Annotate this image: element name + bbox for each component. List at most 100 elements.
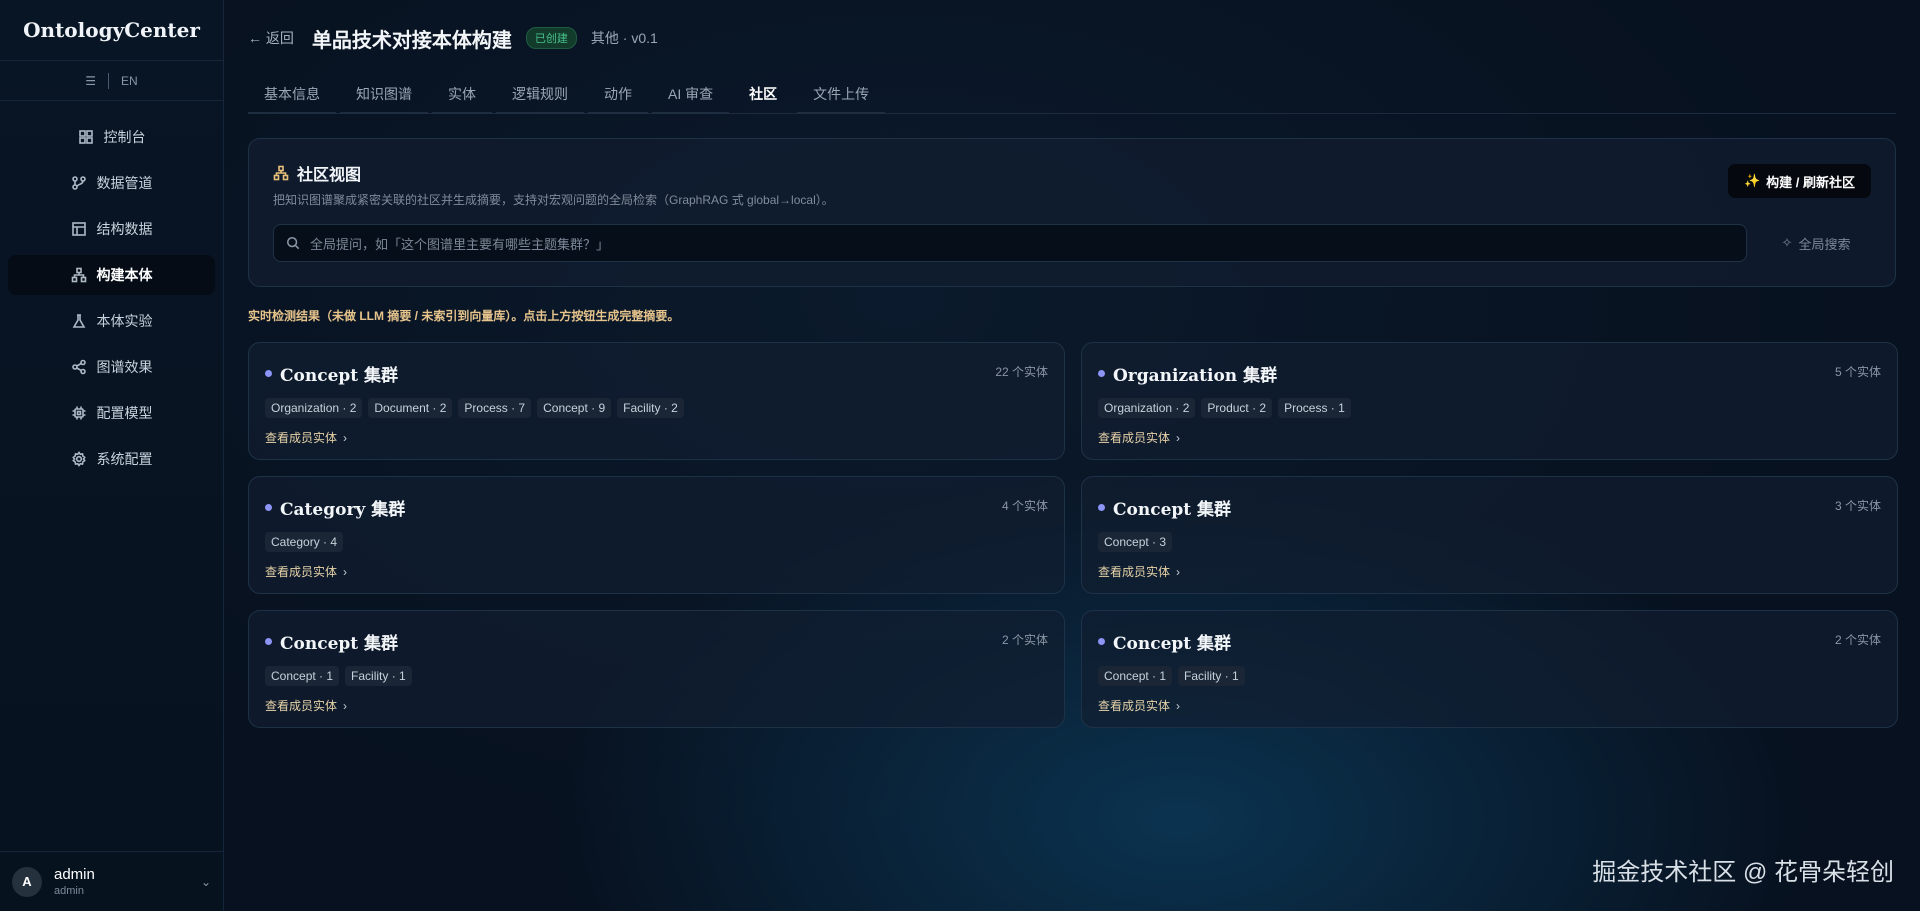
user-role: admin: [54, 885, 84, 897]
sidebar-item-label: 本体实验: [96, 313, 153, 329]
card-header: Concept 集群: [265, 629, 1048, 654]
pipeline-icon: [71, 176, 86, 190]
entity-count: 2 个实体: [1001, 633, 1048, 647]
tab-knowledge-graph[interactable]: 知识图谱: [340, 76, 428, 114]
language-toggle[interactable]: EN: [121, 74, 138, 88]
type-tag: Document · 2: [368, 398, 453, 418]
search-icon: [286, 236, 300, 250]
tab-community[interactable]: 社区: [733, 76, 793, 114]
sidebar-item-pipeline[interactable]: 数据管道: [8, 163, 215, 203]
tab-file-upload[interactable]: 文件上传: [797, 76, 886, 114]
cluster-tags: Category · 4: [265, 532, 1048, 552]
type-tag: Concept · 1: [265, 666, 340, 686]
chevron-right-icon: ›: [1176, 698, 1181, 713]
cluster-card: Concept 集群 3 个实体 Concept · 3 查看成员实体 ›: [1081, 476, 1898, 594]
panel-title: 社区视图: [273, 161, 1871, 185]
global-search-input[interactable]: 全局提问，如「这个图谱里主要有哪些主题集群？」: [273, 224, 1747, 262]
version-meta: 其他 · v0.1: [590, 30, 658, 46]
cluster-card: Concept 集群 2 个实体 Concept · 1 Facility · …: [248, 610, 1065, 728]
menu-icon[interactable]: ☰: [85, 74, 96, 88]
card-header: Category 集群: [265, 495, 1048, 520]
sparkle-icon: ✧: [1781, 235, 1793, 250]
user-name: admin: [54, 866, 95, 883]
back-link[interactable]: ← 返回: [248, 28, 294, 48]
user-menu[interactable]: A admin admin ⌄: [0, 851, 223, 911]
app-logo[interactable]: OntologyCenter: [0, 0, 223, 61]
type-tag: Facility · 1: [1178, 666, 1245, 686]
sidebar: OntologyCenter ☰ EN 控制台 数据管道 结构数据 构建本体 本…: [0, 0, 224, 911]
gear-icon: [71, 451, 86, 467]
build-button-label: 构建 / 刷新社区: [1766, 174, 1855, 190]
type-tag: Concept · 9: [537, 398, 612, 418]
divider: [108, 72, 110, 89]
global-search-row: 全局提问，如「这个图谱里主要有哪些主题集群？」 ✧ 全局搜索: [273, 224, 1871, 262]
sparkle-icon: ✨: [1743, 173, 1761, 188]
tab-ai-review[interactable]: AI 审查: [652, 76, 730, 114]
cluster-tags: Organization · 2 Document · 2 Process · …: [265, 398, 1048, 418]
cluster-grid: Concept 集群 22 个实体 Organization · 2 Docum…: [248, 342, 1898, 728]
cluster-card: Concept 集群 2 个实体 Concept · 1 Facility · …: [1081, 610, 1898, 728]
view-members-link[interactable]: 查看成员实体 ›: [265, 563, 1048, 580]
cluster-card: Concept 集群 22 个实体 Organization · 2 Docum…: [248, 342, 1065, 460]
page-header: ← 返回 单品技术对接本体构建 已创建 其他 · v0.1: [248, 0, 1896, 76]
entity-count: 5 个实体: [1834, 365, 1881, 379]
watermark: 掘金技术社区 @ 花骨朵轻创: [1592, 859, 1894, 886]
type-tag: Process · 1: [1278, 398, 1351, 418]
tab-basic-info[interactable]: 基本信息: [248, 76, 336, 114]
cluster-tags: Concept · 3: [1098, 532, 1881, 552]
sidebar-item-build-ontology[interactable]: 构建本体: [8, 255, 215, 295]
detection-notice: 实时检测结果（未做 LLM 摘要 / 未索引到向量库）。点击上方按钮生成完整摘要…: [248, 309, 680, 323]
sidebar-item-ontology-experiment[interactable]: 本体实验: [8, 301, 215, 341]
community-icon: [273, 165, 289, 181]
card-header: Concept 集群: [1098, 495, 1881, 520]
type-tag: Organization · 2: [265, 398, 363, 418]
dashboard-icon: [78, 130, 93, 144]
view-members-link[interactable]: 查看成员实体 ›: [1098, 563, 1881, 580]
chevron-right-icon: ›: [1176, 564, 1181, 579]
sidebar-item-graph-effect[interactable]: 图谱效果: [8, 347, 215, 387]
card-header: Concept 集群: [1098, 629, 1881, 654]
table-icon: [71, 222, 86, 236]
view-members-link[interactable]: 查看成员实体 ›: [265, 429, 1048, 446]
sidebar-item-structured-data[interactable]: 结构数据: [8, 209, 215, 249]
community-panel: 社区视图 把知识图谱聚成紧密关联的社区并生成摘要，支持对宏观问题的全局检索（Gr…: [248, 138, 1896, 287]
entity-count: 4 个实体: [1001, 499, 1048, 513]
entity-count: 2 个实体: [1834, 633, 1881, 647]
view-members-label: 查看成员实体: [1098, 699, 1171, 713]
tab-actions[interactable]: 动作: [588, 76, 648, 114]
global-search-label: 全局搜索: [1798, 236, 1851, 252]
cluster-dot: [265, 370, 272, 377]
cluster-tags: Concept · 1 Facility · 1: [265, 666, 1048, 686]
type-tag: Facility · 2: [617, 398, 684, 418]
sidebar-item-model-config[interactable]: 配置模型: [8, 393, 215, 433]
cluster-dot: [1098, 504, 1105, 511]
sidebar-item-dashboard[interactable]: 控制台: [8, 117, 215, 157]
build-community-button[interactable]: ✨ 构建 / 刷新社区: [1727, 164, 1871, 198]
tab-entities[interactable]: 实体: [432, 76, 492, 114]
sidebar-item-label: 图谱效果: [96, 359, 153, 375]
chevron-right-icon: ›: [343, 698, 348, 713]
type-tag: Category · 4: [265, 532, 344, 552]
tab-logic-rules[interactable]: 逻辑规则: [496, 76, 584, 114]
avatar: A: [12, 866, 42, 897]
chevron-right-icon: ›: [1176, 430, 1181, 445]
cluster-title: Organization 集群: [1113, 366, 1278, 386]
sidebar-item-label: 结构数据: [96, 221, 153, 237]
sidebar-item-system-config[interactable]: 系统配置: [8, 439, 215, 479]
sidebar-toolbar: ☰ EN: [0, 61, 223, 101]
tab-bar: 基本信息 知识图谱 实体 逻辑规则 动作 AI 审查 社区 文件上传: [248, 76, 1896, 114]
chip-icon: [72, 406, 85, 420]
sidebar-item-label: 系统配置: [96, 451, 153, 467]
sidebar-item-label: 控制台: [103, 129, 146, 145]
view-members-link[interactable]: 查看成员实体 ›: [1098, 697, 1881, 714]
cluster-title: Concept 集群: [1113, 500, 1232, 520]
type-tag: Organization · 2: [1098, 398, 1196, 418]
view-members-link[interactable]: 查看成员实体 ›: [1098, 429, 1881, 446]
ontology-icon: [71, 267, 86, 283]
cluster-card: Category 集群 4 个实体 Category · 4 查看成员实体 ›: [248, 476, 1065, 594]
cluster-card: Organization 集群 5 个实体 Organization · 2 P…: [1081, 342, 1898, 460]
type-tag: Concept · 3: [1098, 532, 1173, 552]
global-search-button[interactable]: ✧ 全局搜索: [1761, 234, 1871, 253]
chevron-down-icon[interactable]: ⌄: [201, 875, 211, 889]
view-members-link[interactable]: 查看成员实体 ›: [265, 697, 1048, 714]
